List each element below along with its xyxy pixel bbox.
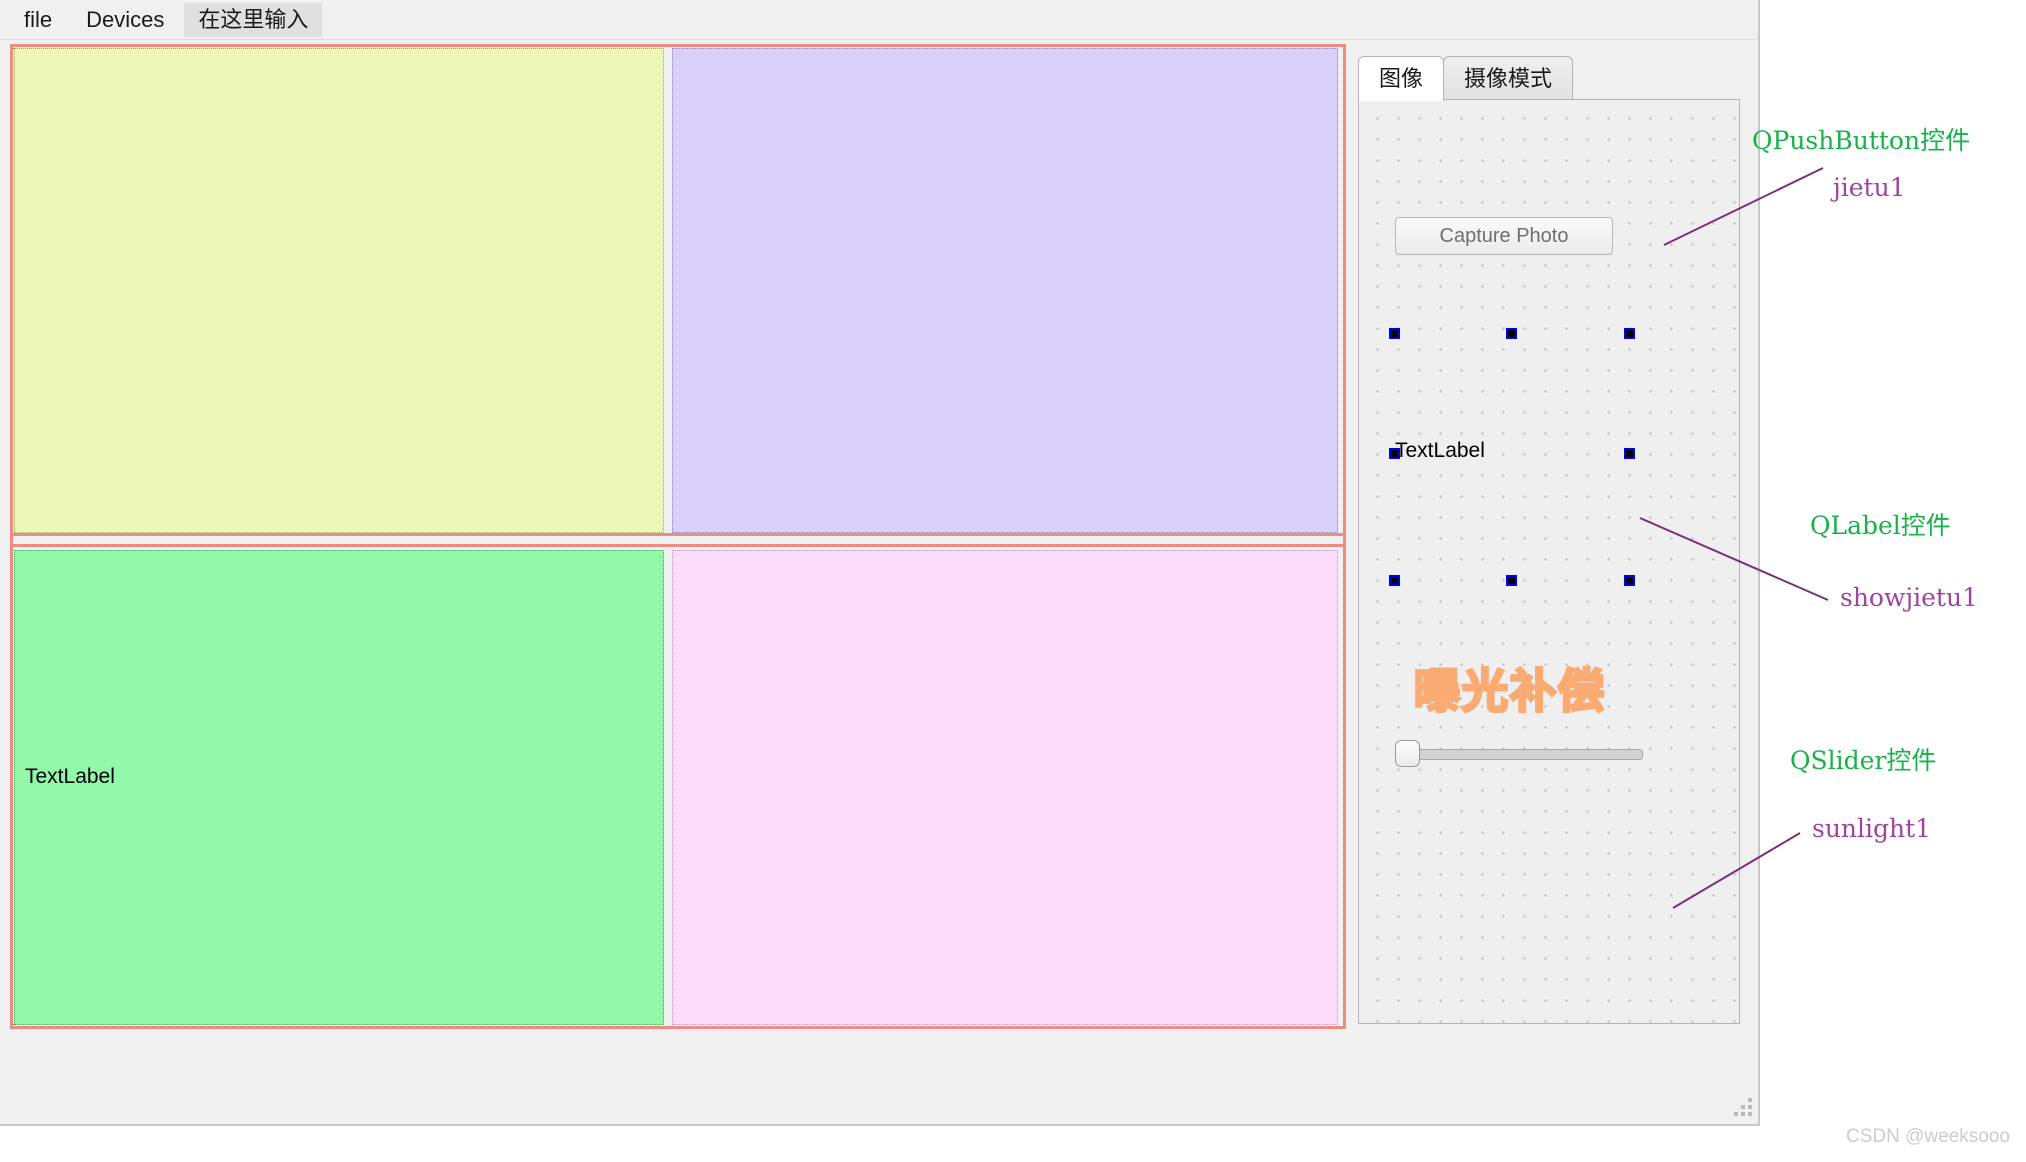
tab-camera-mode[interactable]: 摄像模式	[1443, 56, 1573, 99]
csdn-watermark: CSDN @weeksooo	[1846, 1126, 2010, 1148]
screenshot-root: file Devices 在这里输入 TextLabel 图像	[0, 0, 2026, 1162]
tab-image[interactable]: 图像	[1358, 56, 1444, 101]
tab-bar: 图像 摄像模式	[1358, 52, 1573, 100]
annotation-leader-lines	[0, 0, 2026, 1162]
